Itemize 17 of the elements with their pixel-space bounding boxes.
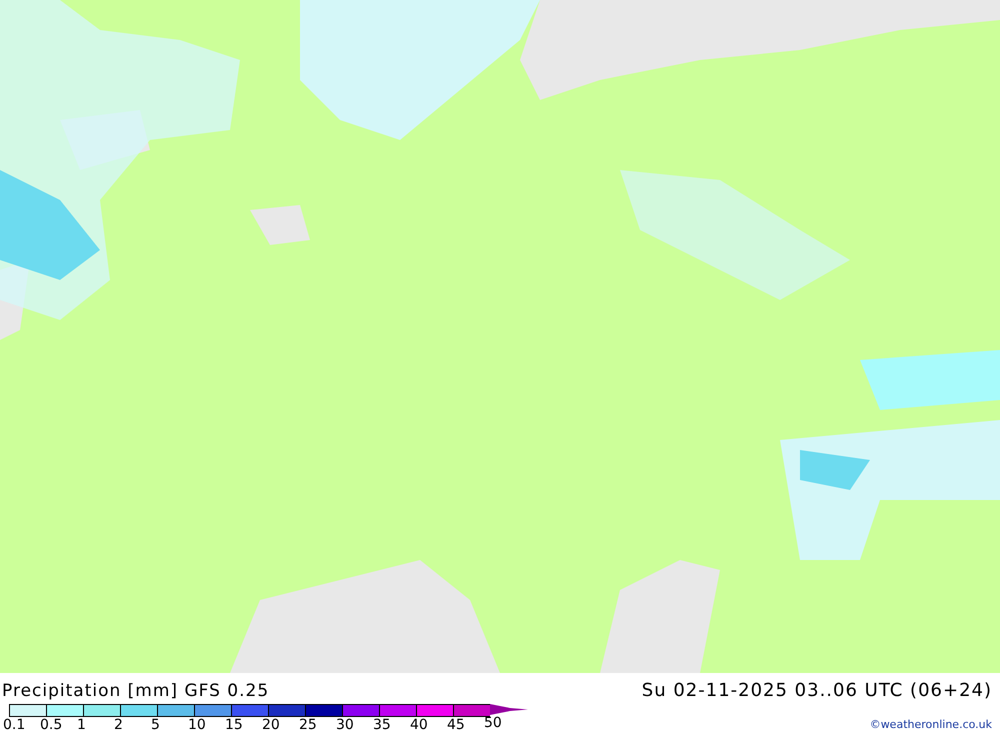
legend-label: 50: [484, 715, 502, 731]
legend-label: 45: [447, 717, 465, 733]
legend-label: 30: [336, 717, 354, 733]
legend-label: 5: [151, 717, 160, 733]
legend-label: 1: [77, 717, 86, 733]
legend-label: 10: [188, 717, 206, 733]
legend-label: 0.1: [3, 717, 26, 733]
legend-label: 15: [225, 717, 243, 733]
legend-label: 25: [299, 717, 317, 733]
credit-text: ©weatheronline.co.uk: [870, 718, 992, 731]
map-title: Precipitation [mm] GFS 0.25: [1, 680, 270, 701]
legend-label: 2: [114, 717, 123, 733]
legend-label: 0.5: [40, 717, 62, 733]
valid-time: Su 02-11-2025 03..06 UTC (06+24): [642, 679, 992, 701]
legend-label: 20: [262, 717, 280, 733]
legend-label: 35: [373, 717, 391, 733]
legend-label: 40: [410, 717, 428, 733]
